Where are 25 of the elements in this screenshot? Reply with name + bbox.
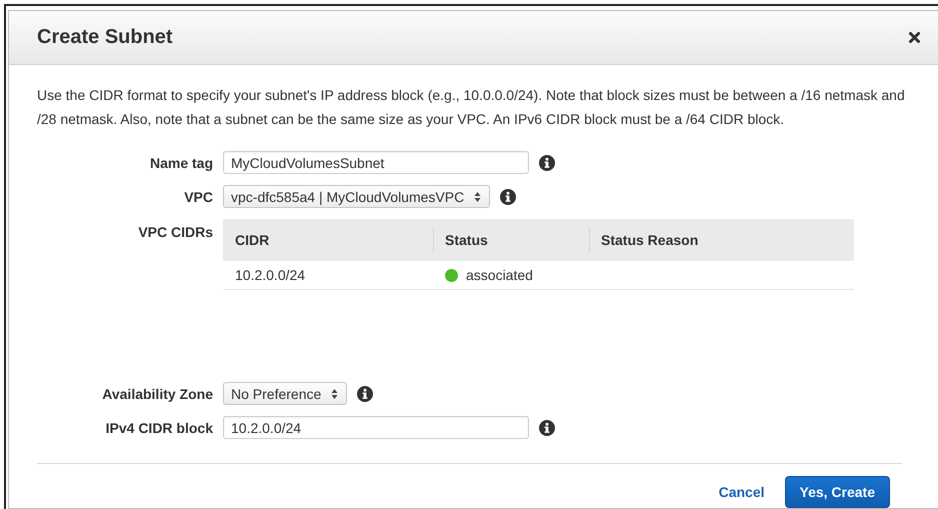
table-cell: 10.2.0.0/24 xyxy=(223,261,433,290)
stepper-icon xyxy=(331,388,338,400)
stepper-icon xyxy=(474,190,482,202)
field-label: Availability Zone xyxy=(102,386,213,402)
input-field[interactable]: 10.2.0.0/24 xyxy=(223,416,529,439)
column-header: Status xyxy=(433,219,589,261)
info-icon[interactable] xyxy=(539,154,555,170)
info-icon[interactable] xyxy=(539,420,555,436)
description-text: Use the CIDR format to specify your subnet's IP address block (e.g., 10.0.0.0/24). Note that block sizes must be between a /16 netmask and /28 netmask. Also, note that a subnet can be the same size as your VPC. An IPv6 CIDR block must be a /64 CIDR block. xyxy=(37,86,906,129)
input-field[interactable]: MyCloudVolumesSubnet xyxy=(223,151,529,174)
field-label: VPC xyxy=(184,188,213,204)
cancel-link[interactable]: Cancel xyxy=(718,480,764,504)
create-button[interactable]: Yes, Create xyxy=(784,476,890,508)
select-field[interactable]: vpc-dfc585a4 | MyCloudVolumesVPC xyxy=(223,185,490,208)
field-label: Name tag xyxy=(150,154,213,170)
column-header: Status Reason xyxy=(589,219,854,261)
info-icon[interactable] xyxy=(357,386,374,402)
info-icon[interactable] xyxy=(500,188,516,204)
close-icon[interactable] xyxy=(909,32,920,43)
status-text: associated xyxy=(466,267,533,283)
select-field[interactable]: No Preference xyxy=(223,382,348,405)
dialog-title: Create Subnet xyxy=(37,26,173,49)
field-label: IPv4 CIDR block xyxy=(106,420,213,436)
column-header: CIDR xyxy=(223,219,433,261)
field-label: VPC CIDRs xyxy=(138,223,213,240)
